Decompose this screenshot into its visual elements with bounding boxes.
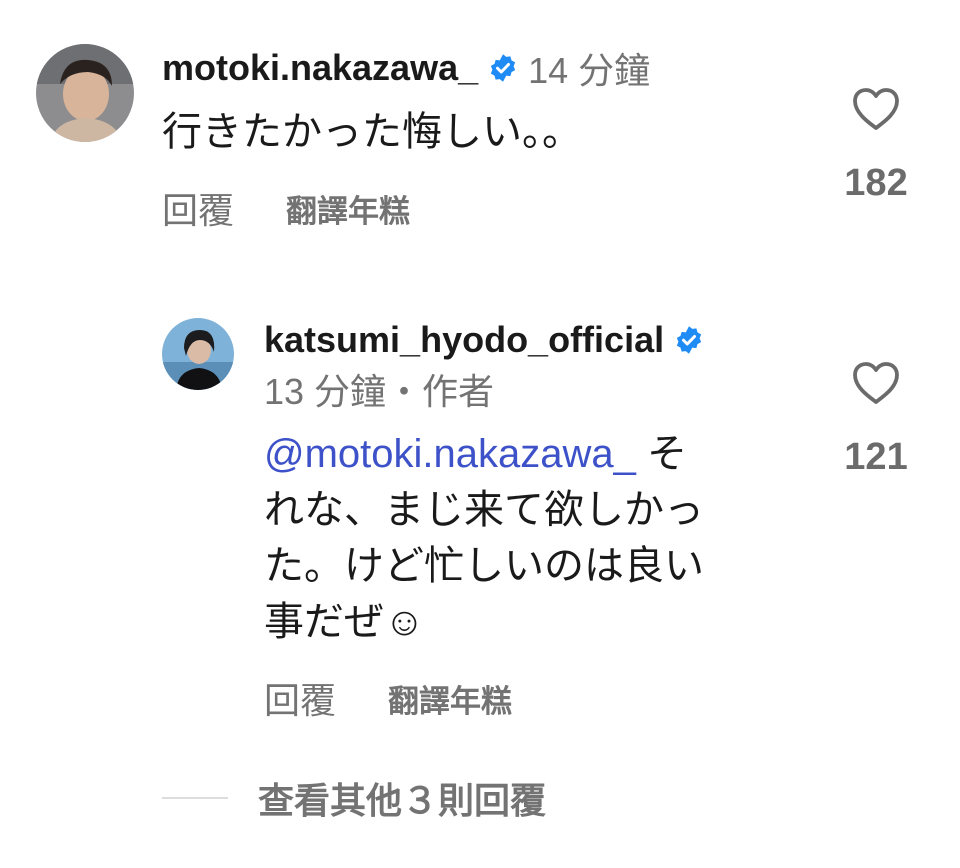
heart-outline-icon[interactable] bbox=[826, 86, 926, 132]
like-count: 182 bbox=[844, 162, 908, 204]
mention-link[interactable]: @motoki.nakazawa_ bbox=[264, 432, 636, 476]
divider bbox=[162, 797, 228, 799]
reply-username[interactable]: katsumi_hyodo_official bbox=[264, 319, 664, 361]
comment-timestamp: 14 分鐘 bbox=[528, 50, 651, 91]
reply-text-line: た。けど忙しいのは良い bbox=[264, 544, 704, 588]
reply-text-line: れな、まじ来て欲しかっ bbox=[264, 488, 704, 532]
reply-text: @motoki.nakazawa_ それな、まじ来て欲しかっ た。けど忙しいのは良… bbox=[264, 426, 804, 650]
verified-badge-icon bbox=[488, 53, 518, 83]
reply-button[interactable]: 回覆 bbox=[162, 182, 234, 234]
translate-button[interactable]: 翻譯年糕 bbox=[286, 186, 410, 231]
avatar-katsumi[interactable] bbox=[162, 318, 234, 390]
reply-button[interactable]: 回覆 bbox=[264, 672, 336, 724]
translate-button[interactable]: 翻譯年糕 bbox=[388, 676, 512, 721]
like-count: 121 bbox=[844, 436, 908, 478]
reply-actions: 回覆 翻譯年糕 bbox=[264, 676, 512, 721]
avatar-motoki[interactable] bbox=[36, 44, 134, 142]
view-more-label: 查看其他３則回覆 bbox=[258, 780, 547, 821]
comment-like: 182 bbox=[826, 86, 926, 205]
comment-username[interactable]: motoki.nakazawa_ bbox=[162, 47, 478, 89]
reply-text-line: そ bbox=[635, 432, 688, 476]
comment-text: 行きたかった悔しい。。 bbox=[162, 110, 582, 154]
reply-like: 121 bbox=[826, 360, 926, 479]
reply-meta: 13 分鐘・作者 bbox=[264, 371, 495, 412]
verified-badge-icon bbox=[674, 325, 704, 355]
comment-actions: 回覆 翻譯年糕 bbox=[162, 186, 410, 231]
reply-text-line: 事だぜ☺ bbox=[264, 600, 425, 644]
heart-outline-icon[interactable] bbox=[826, 360, 926, 406]
view-more-replies[interactable]: 查看其他３則回覆 bbox=[162, 772, 546, 824]
